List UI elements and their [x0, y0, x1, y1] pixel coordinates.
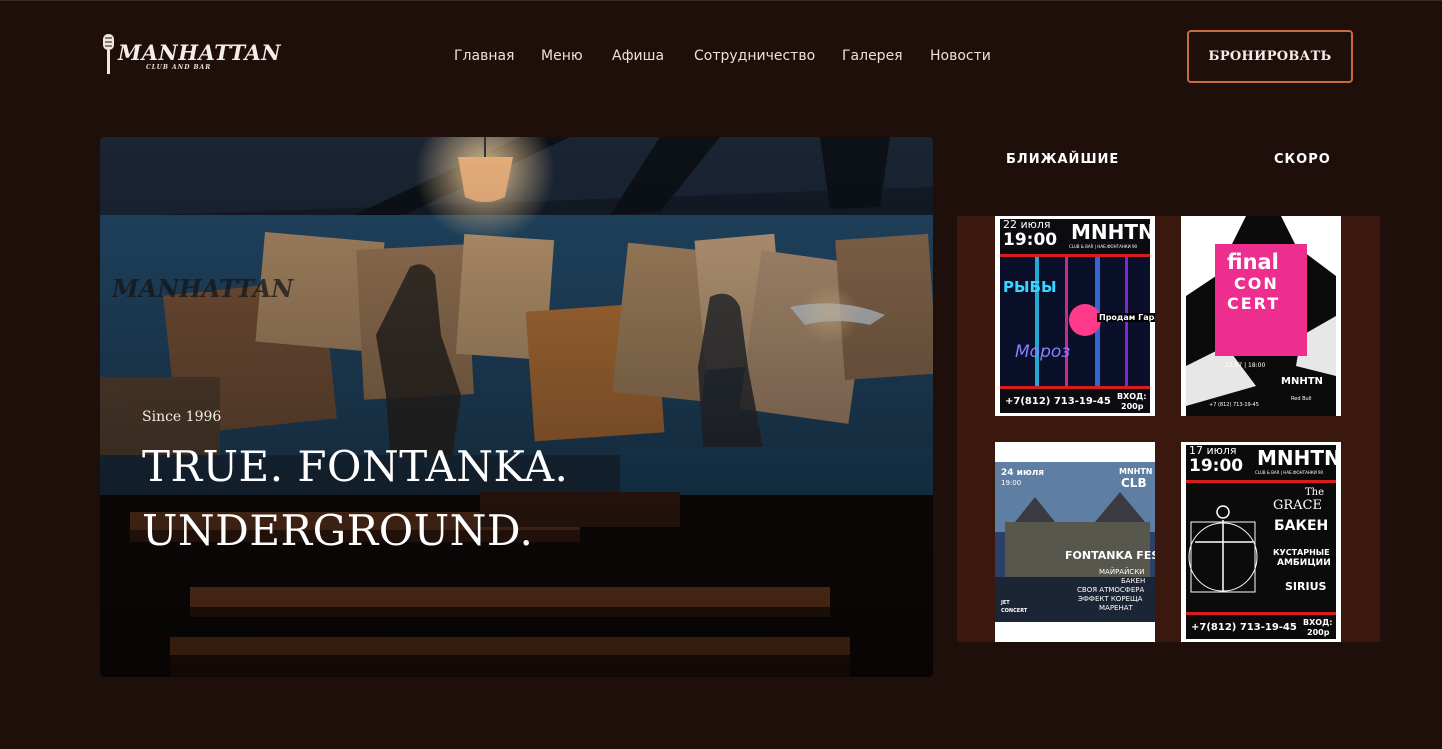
poster-band: The [1305, 487, 1325, 498]
poster-band: МАРЕНАТ [1099, 604, 1133, 612]
nav-cooperation[interactable]: Сотрудничество [694, 48, 815, 64]
poster-date: 24 июля [1001, 468, 1045, 478]
poster-band: SIRIUS [1285, 580, 1327, 593]
poster-brand: MNHTN [1281, 376, 1323, 387]
top-border [0, 0, 1442, 1]
hero-headline: TRUE. FONTANKA. UNDERGROUND. [142, 435, 842, 563]
poster-band: МАЙРАЙСКИ [1099, 568, 1145, 576]
poster-title: final [1227, 250, 1279, 274]
nav-home[interactable]: Главная [454, 48, 514, 64]
poster-brand: MNHTN [1257, 446, 1341, 470]
poster-organizer: JET CONCERT [1001, 600, 1028, 614]
bar-interior-photo: MANHATTAN [100, 137, 933, 677]
poster-entry: ВХОД - FREE [1225, 348, 1271, 356]
poster-title: FONTANKA FEST [1065, 549, 1155, 562]
poster-phone: +7 (812) 713-19-45 [1209, 402, 1259, 408]
poster-brand-sub: CLUB & BAR | НАБ.ФОНТАНКИ 90 [1255, 470, 1324, 475]
poster-price: 200р [1121, 402, 1144, 411]
poster-title: CERT [1227, 294, 1281, 313]
event-poster[interactable]: 17 июля 19:00 MNHTN CLUB & BAR | НАБ.ФОН… [1181, 442, 1341, 642]
tab-soon[interactable]: СКОРО [1274, 152, 1331, 167]
poster-band: КУСТАРНЫЕ [1273, 548, 1330, 557]
poster-brand-sub: CLUB & BAR | НАБ.ФОНТАНКИ 90 [1069, 244, 1138, 249]
book-button[interactable]: БРОНИРОВАТЬ [1187, 30, 1353, 83]
poster-entry: ВХОД: [1303, 618, 1333, 627]
nav-news[interactable]: Новости [930, 48, 991, 64]
poster-sponsor: Red Bull [1291, 396, 1312, 402]
poster-time: 19:00 [1003, 230, 1058, 250]
event-poster[interactable]: final CON CERT ВХОД - FREE 23.07 | 18:00… [1181, 216, 1341, 416]
hero-banner: MANHATTAN Since 1996 TRUE. FONTANKA. UND… [100, 137, 933, 677]
poster-brand-sub: CLB [1121, 476, 1147, 490]
hero-headline-line1: TRUE. FONTANKA. [142, 442, 569, 491]
nav-menu[interactable]: Меню [541, 48, 583, 64]
nav-gallery[interactable]: Галерея [842, 48, 903, 64]
poster-time: 19:00 [1001, 479, 1022, 487]
since-label: Since 1996 [142, 409, 222, 425]
nav-afisha[interactable]: Афиша [612, 48, 664, 64]
poster-date-time: 23.07 | 18:00 [1225, 362, 1266, 369]
poster-brand: MNHTN [1119, 467, 1153, 476]
tab-upcoming[interactable]: БЛИЖАЙШИЕ [1006, 152, 1119, 167]
poster-phone: +7(812) 713-19-45 [1191, 622, 1297, 633]
poster-band: Продам Гараж [1097, 313, 1155, 322]
poster-band: АМБИЦИИ [1277, 558, 1331, 568]
poster-title: CON [1234, 274, 1279, 293]
event-poster[interactable]: 22 июля 19:00 MNHTN CLUB & BAR | НАБ.ФОН… [995, 216, 1155, 416]
hero-headline-line2: UNDERGROUND. [142, 506, 534, 555]
event-poster[interactable]: 24 июля 19:00 MNHTN CLB FONTANKA FEST МА… [995, 442, 1155, 642]
poster-band: СВОЯ АТМОСФЕРА [1077, 586, 1145, 594]
poster-time: 19:00 [1189, 456, 1244, 476]
poster-band: БАКЕН [1121, 577, 1146, 585]
poster-price: 200р [1307, 628, 1330, 637]
poster-band: GRACE [1273, 498, 1322, 513]
poster-band: БАКЕН [1274, 518, 1329, 534]
poster-band: Мороз [1015, 342, 1071, 362]
poster-band: РЫБЫ [1003, 278, 1057, 296]
poster-entry: ВХОД: [1117, 392, 1147, 401]
poster-phone: +7(812) 713-19-45 [1005, 396, 1111, 407]
poster-brand: MNHTN [1071, 220, 1155, 244]
poster-band: ЭФФЕКТ КОРЕЩА [1078, 595, 1143, 603]
